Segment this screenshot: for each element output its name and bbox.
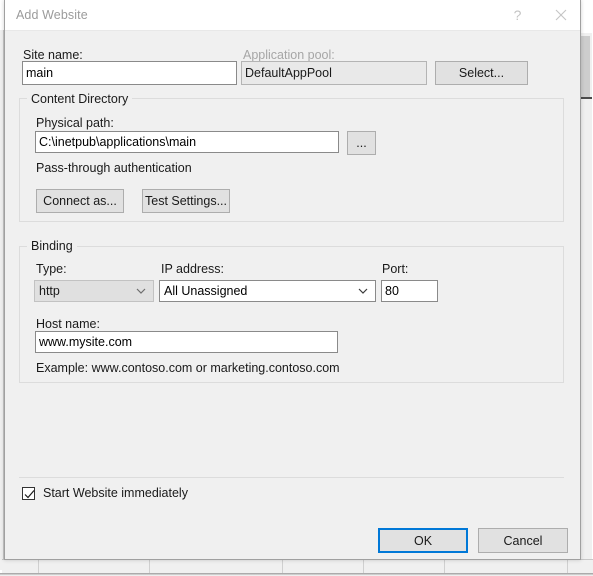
host-name-label: Host name:	[36, 317, 100, 331]
application-pool-label: Application pool:	[243, 48, 335, 62]
background-status-bar	[2, 559, 593, 573]
status-bar-segment	[445, 560, 568, 573]
close-icon	[555, 9, 566, 21]
help-button[interactable]: ?	[495, 0, 540, 30]
footer-separator	[19, 477, 564, 478]
site-name-input[interactable]	[22, 61, 237, 85]
checkmark-icon	[24, 489, 35, 498]
chevron-down-icon	[358, 288, 368, 295]
select-app-pool-button[interactable]: Select...	[435, 61, 528, 85]
chevron-down-icon	[136, 288, 146, 295]
ip-address-value: All Unassigned	[164, 284, 248, 298]
status-bar-segment	[364, 560, 445, 573]
add-website-dialog: Add Website ? Site name: Application poo…	[4, 0, 581, 560]
ip-address-label: IP address:	[161, 262, 225, 276]
question-mark-icon: ?	[513, 7, 522, 23]
physical-path-input[interactable]	[35, 131, 339, 153]
application-pool-input[interactable]	[241, 61, 427, 85]
dialog-title: Add Website	[16, 8, 88, 22]
host-name-input[interactable]	[35, 331, 338, 353]
close-button[interactable]	[538, 0, 583, 30]
browse-physical-path-button[interactable]: ...	[347, 131, 376, 155]
status-bar-segment	[2, 560, 39, 573]
start-website-label: Start Website immediately	[43, 486, 188, 500]
port-label: Port:	[382, 262, 409, 276]
dialog-title-bar: Add Website ?	[5, 0, 580, 31]
cancel-button[interactable]: Cancel	[478, 528, 568, 553]
start-website-checkbox-row[interactable]: Start Website immediately	[22, 486, 188, 500]
start-website-checkbox[interactable]	[22, 486, 35, 500]
test-settings-button[interactable]: Test Settings...	[142, 189, 230, 213]
binding-type-select[interactable]: http	[34, 280, 154, 302]
physical-path-label: Physical path:	[36, 116, 114, 130]
ok-button[interactable]: OK	[378, 528, 468, 553]
site-name-label: Site name:	[23, 48, 83, 62]
ip-address-select[interactable]: All Unassigned	[159, 280, 376, 302]
port-input[interactable]	[381, 280, 438, 302]
pass-through-authentication-label: Pass-through authentication	[36, 161, 192, 175]
background-scrollbar-thumb[interactable]	[580, 36, 590, 98]
binding-group-title: Binding	[27, 239, 77, 253]
host-name-example-text: Example: www.contoso.com or marketing.co…	[36, 361, 340, 375]
content-directory-group-title: Content Directory	[27, 92, 133, 106]
status-bar-segment	[150, 560, 283, 573]
connect-as-button[interactable]: Connect as...	[36, 189, 124, 213]
binding-type-value: http	[39, 284, 60, 298]
status-bar-segment	[39, 560, 150, 573]
binding-type-label: Type:	[36, 262, 67, 276]
status-bar-segment	[283, 560, 364, 573]
